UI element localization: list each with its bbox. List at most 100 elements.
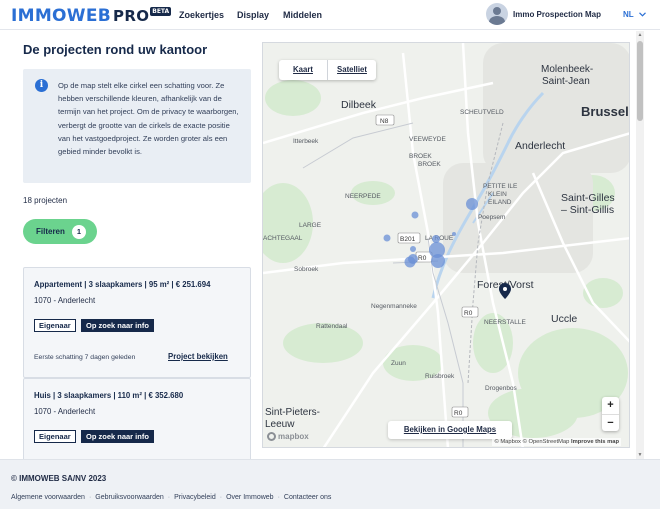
info-icon: i — [35, 79, 48, 92]
map-label: Anderlecht — [515, 140, 565, 152]
project-card[interactable]: Huis | 3 slaapkamers | 110 m² | € 352.68… — [23, 378, 251, 459]
chevron-down-icon — [638, 12, 646, 17]
nav-display[interactable]: Display — [237, 10, 269, 20]
map-label: NEERPEDE — [345, 193, 381, 200]
scrollbar[interactable]: ▲ ▼ — [636, 31, 644, 459]
map-label: LARGE — [299, 222, 322, 229]
map-label: ACHTEGAAL — [263, 235, 303, 242]
map-label: Poepsem — [478, 214, 505, 221]
map-attribution: © Mapbox © OpenStreetMap Improve this ma… — [492, 438, 621, 446]
map-canvas[interactable]: Molenbeek- Saint-Jean Brussels Dilbeek A… — [263, 43, 630, 448]
map-view-button[interactable]: Kaart — [279, 60, 327, 80]
mapbox-logo[interactable]: mapbox — [267, 432, 309, 441]
footer-link-privacy[interactable]: Privacybeleid — [174, 494, 216, 501]
page-title: De projecten rond uw kantoor — [23, 42, 208, 57]
info-box: i Op de map stelt elke cirkel een schatt… — [23, 69, 251, 183]
user-name: Immo Prospection Map — [513, 9, 602, 19]
google-maps-button[interactable]: Bekijken in Google Maps — [388, 421, 512, 439]
road-shield-b201: B201 — [400, 236, 416, 243]
estimate-circle[interactable] — [404, 256, 416, 268]
map-label: SCHEUTVELD — [460, 109, 504, 116]
logo-text: IMMOWEB — [11, 6, 112, 26]
footer-link-terms[interactable]: Algemene voorwaarden — [11, 494, 85, 501]
road-shield-r0: R0 — [454, 410, 463, 417]
language-label: NL — [623, 10, 634, 19]
nav-zoekertjes[interactable]: Zoekertjes — [179, 10, 224, 20]
zoom-out-button[interactable]: − — [602, 414, 619, 431]
immoweb-logo[interactable]: IMMOWEB PRO BETA — [11, 6, 172, 26]
attribution-text[interactable]: © Mapbox © OpenStreetMap — [494, 439, 569, 445]
map-label: Drogenbos — [485, 385, 518, 392]
estimate-circle[interactable] — [411, 211, 419, 219]
footer-separator: · — [219, 494, 223, 501]
info-text: Op de map stelt elke cirkel een schattin… — [58, 81, 239, 157]
map-label: PETITE ILE — [483, 183, 518, 190]
logo-pro: PRO — [113, 7, 150, 25]
scroll-up-icon[interactable]: ▲ — [637, 32, 643, 38]
map-label: Uccle — [551, 313, 577, 325]
map-label: Saint-Jean — [542, 76, 590, 87]
footer-link-contact[interactable]: Contacteer ons — [284, 494, 331, 501]
footer-separator: · — [167, 494, 171, 501]
map-label: Dilbeek — [341, 99, 377, 111]
map-label: Saint-Gilles — [561, 192, 615, 204]
map-label: Leeuw — [265, 419, 295, 430]
map-label: NEERSTALLE — [484, 319, 526, 326]
project-location: 1070 - Anderlecht — [34, 296, 96, 305]
status-tag: Op zoek naar info — [81, 319, 154, 332]
user-menu[interactable]: Immo Prospection Map — [486, 3, 601, 25]
projects-panel: De projecten rond uw kantoor i Op de map… — [0, 31, 262, 459]
filter-label: Filteren — [36, 227, 65, 236]
satellite-view-button[interactable]: Satelliet — [327, 60, 376, 80]
mapbox-icon — [267, 432, 276, 441]
footer: © IMMOWEB SA/NV 2023 Algemene voorwaarde… — [0, 459, 660, 509]
project-map[interactable]: Molenbeek- Saint-Jean Brussels Dilbeek A… — [262, 42, 630, 448]
map-label: BROEK — [409, 153, 432, 160]
office-location-pin-icon[interactable] — [499, 283, 511, 299]
status-tag: Op zoek naar info — [81, 430, 154, 443]
map-label: Rattendaal — [316, 323, 348, 330]
scroll-down-icon[interactable]: ▼ — [637, 452, 643, 458]
map-label: Zuun — [391, 360, 406, 367]
footer-link-usage[interactable]: Gebruiksvoorwaarden — [95, 494, 163, 501]
project-count: 18 projecten — [23, 196, 68, 205]
map-label: Negenmanneke — [371, 303, 417, 310]
estimate-circle[interactable] — [431, 254, 445, 268]
ring-road — [302, 122, 464, 447]
map-label: Ruisbroek — [425, 373, 455, 380]
project-title: Huis | 3 slaapkamers | 110 m² | € 352.68… — [34, 391, 184, 400]
estimate-circle[interactable] — [452, 232, 456, 236]
map-label: Itterbeek — [293, 138, 319, 145]
estimate-circle[interactable] — [410, 246, 416, 252]
map-type-toggle[interactable]: Kaart Satelliet — [279, 60, 376, 80]
beta-badge: BETA — [150, 7, 172, 16]
estimate-circle[interactable] — [383, 234, 391, 242]
owner-tag: Eigenaar — [34, 319, 76, 332]
project-title: Appartement | 3 slaapkamers | 95 m² | € … — [34, 280, 211, 289]
estimate-circle[interactable] — [466, 198, 478, 210]
map-label: Sint-Pieters- — [265, 407, 320, 418]
nav-middelen[interactable]: Middelen — [283, 10, 322, 20]
avatar — [486, 3, 508, 25]
language-selector[interactable]: NL — [623, 10, 646, 19]
project-card[interactable]: Appartement | 3 slaapkamers | 95 m² | € … — [23, 267, 251, 378]
zoom-controls[interactable]: + − — [602, 397, 619, 431]
scroll-thumb[interactable] — [637, 41, 643, 121]
footer-link-about[interactable]: Over Immoweb — [226, 494, 273, 501]
owner-tag: Eigenaar — [34, 430, 76, 443]
road-shield-r0: R0 — [464, 310, 473, 317]
footer-links: Algemene voorwaarden · Gebruiksvoorwaard… — [11, 494, 331, 501]
filter-button[interactable]: Filteren 1 — [23, 219, 97, 244]
road-shield-r0: R0 — [418, 255, 427, 262]
filter-count-badge: 1 — [71, 224, 86, 239]
map-label: Molenbeek- — [541, 64, 593, 75]
map-label: BROEK — [418, 161, 441, 168]
zoom-in-button[interactable]: + — [602, 397, 619, 414]
footer-separator: · — [277, 494, 280, 501]
view-project-link[interactable]: Project bekijken — [168, 352, 228, 361]
estimate-circle[interactable] — [432, 235, 440, 243]
map-label: VEEWEYDE — [409, 136, 447, 143]
map-label: EILAND — [488, 199, 512, 206]
map-label: Brussels — [581, 104, 630, 119]
improve-map-link[interactable]: Improve this map — [571, 439, 619, 445]
